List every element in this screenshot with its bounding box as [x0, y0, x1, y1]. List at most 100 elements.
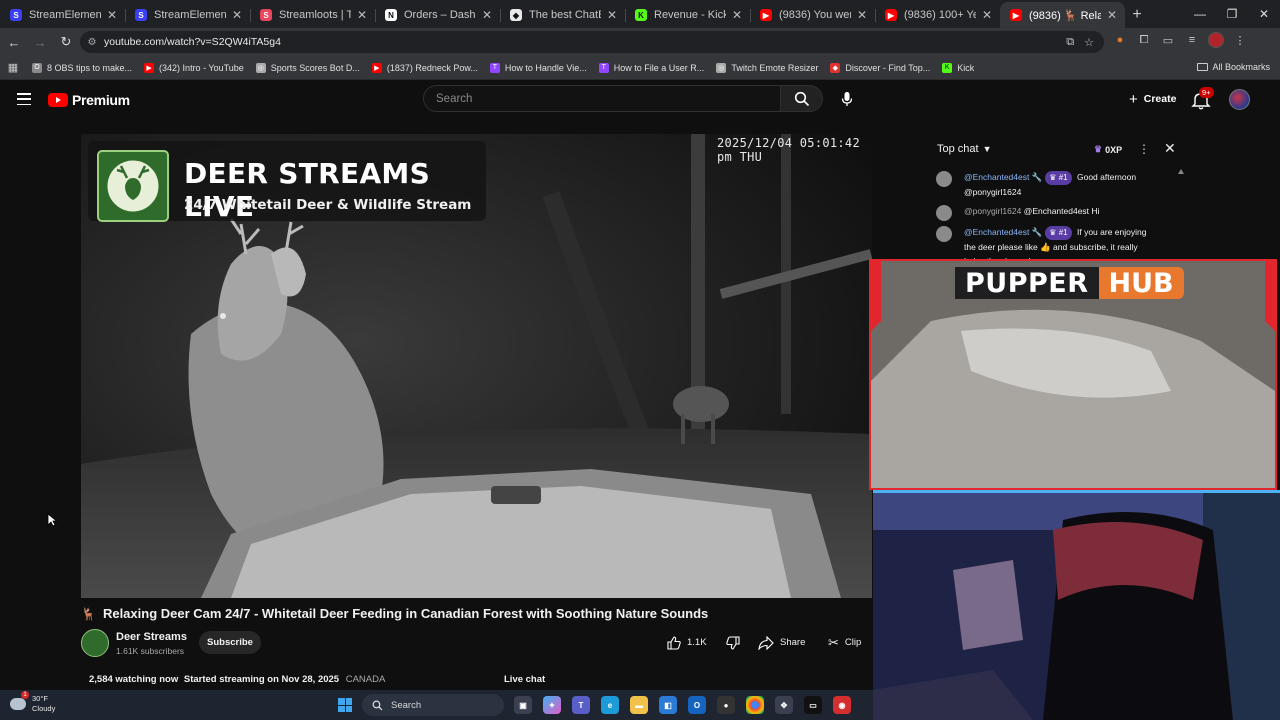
- weather-widget[interactable]: 1 30°F Cloudy: [10, 691, 55, 714]
- obs-icon[interactable]: ●: [717, 696, 735, 714]
- channel-name[interactable]: Deer Streams: [116, 631, 187, 643]
- tab-title: (9836) 🦌 Relaxin: [1029, 9, 1101, 22]
- browser-tab[interactable]: N Orders – Dashboard ✕: [375, 2, 500, 28]
- share-button[interactable]: Share: [758, 631, 805, 654]
- bookmark-favicon-icon: O: [32, 62, 42, 73]
- browser-tab[interactable]: ◆ The best ChatBot and ✕: [500, 2, 625, 28]
- chat-mode-selector[interactable]: Top chat ▼: [937, 143, 992, 155]
- bookmark-item[interactable]: T How to File a User R...: [593, 58, 711, 78]
- site-info-icon[interactable]: ⚙: [80, 37, 104, 48]
- extension-icon[interactable]: ●: [1112, 32, 1128, 48]
- browser-menu-icon[interactable]: ⋮: [1232, 32, 1248, 48]
- channel-avatar[interactable]: [81, 629, 109, 657]
- video-player[interactable]: DEER STREAMS LIVE 24/7 Whitetail Deer & …: [81, 134, 872, 598]
- create-button[interactable]: + Create: [1119, 87, 1186, 111]
- install-icon[interactable]: ⧉: [1066, 36, 1074, 49]
- tab-close-icon[interactable]: ✕: [605, 8, 619, 22]
- app-grid-icon[interactable]: ✥: [775, 696, 793, 714]
- clip-button[interactable]: ✂ Clip: [828, 631, 861, 654]
- browser-tab[interactable]: ▶ (9836) 100+ Years Of ✕: [875, 2, 1000, 28]
- address-bar[interactable]: ⚙ youtube.com/watch?v=S2QW4iTA5g4 ⧉ ☆: [80, 31, 1104, 53]
- profile-avatar[interactable]: [1208, 32, 1224, 48]
- edge-icon[interactable]: e: [601, 696, 619, 714]
- bookmark-item[interactable]: ▶ (342) Intro - YouTube: [138, 58, 250, 78]
- chat-mode-label: Top chat: [937, 143, 979, 155]
- close-window-icon[interactable]: ✕: [1248, 0, 1280, 28]
- menu-icon[interactable]: [17, 93, 31, 105]
- bookmark-item[interactable]: T How to Handle Vie...: [484, 58, 593, 78]
- chat-scrollbar[interactable]: [1178, 168, 1184, 258]
- bookmark-item[interactable]: ◆ Discover - Find Top...: [824, 58, 936, 78]
- chat-user-avatar[interactable]: [936, 226, 952, 242]
- puzzle-icon[interactable]: ⧠: [1136, 32, 1152, 48]
- tab-close-icon[interactable]: ✕: [730, 8, 744, 22]
- chat-user-avatar[interactable]: [936, 205, 952, 221]
- browser-tab[interactable]: S Streamloots | Theripp ✕: [250, 2, 375, 28]
- outlook-icon[interactable]: O: [688, 696, 706, 714]
- tab-close-icon[interactable]: ✕: [1105, 8, 1119, 22]
- apps-grid-icon[interactable]: ▦: [0, 61, 26, 74]
- taskbar-search[interactable]: Search: [362, 694, 504, 716]
- all-bookmarks-button[interactable]: All Bookmarks: [1197, 62, 1270, 72]
- clip-label: Clip: [844, 637, 862, 648]
- bookmark-star-icon[interactable]: ☆: [1084, 36, 1094, 49]
- store-icon[interactable]: ◧: [659, 696, 677, 714]
- restore-icon[interactable]: ❐: [1216, 0, 1248, 28]
- country-tag[interactable]: CANADA: [346, 674, 386, 685]
- tab-close-icon[interactable]: ✕: [355, 8, 369, 22]
- subscribe-button[interactable]: Subscribe: [199, 631, 261, 654]
- bookmark-item[interactable]: ▶ (1837) Redneck Pow...: [366, 58, 484, 78]
- tab-title: (9836) You were my b: [779, 9, 851, 21]
- terminal-icon[interactable]: ▭: [804, 696, 822, 714]
- streamer-webcam: [873, 490, 1280, 720]
- browser-tab[interactable]: S StreamElements - rippe ✕: [125, 2, 250, 28]
- media-app-icon[interactable]: ◉: [833, 696, 851, 714]
- side-panel-icon[interactable]: ▭: [1160, 32, 1176, 48]
- tab-close-icon[interactable]: ✕: [980, 8, 994, 22]
- search-input[interactable]: Search: [423, 85, 781, 112]
- tab-close-icon[interactable]: ✕: [480, 8, 494, 22]
- active-browser-tab[interactable]: ▶ (9836) 🦌 Relaxin ✕: [1000, 2, 1125, 28]
- voice-search-button[interactable]: [833, 85, 861, 113]
- browser-tab[interactable]: ▶ (9836) You were my b ✕: [750, 2, 875, 28]
- thumbs-down-icon: [726, 635, 740, 650]
- tab-title: (9836) 100+ Years Of: [904, 9, 976, 21]
- dislike-button[interactable]: [719, 635, 747, 650]
- bookmark-favicon-icon: ◎: [255, 62, 266, 73]
- bookmark-item[interactable]: O 8 OBS tips to make...: [26, 58, 138, 78]
- like-dislike-group: 1.1K: [659, 631, 751, 654]
- tab-close-icon[interactable]: ✕: [230, 8, 244, 22]
- chat-more-icon[interactable]: ⋮: [1138, 142, 1150, 156]
- xp-badge[interactable]: ♛ 0XP: [1094, 144, 1122, 155]
- chat-author[interactable]: @ponygirl1624: [964, 206, 1021, 216]
- tab-close-icon[interactable]: ✕: [855, 8, 869, 22]
- file-explorer-icon[interactable]: ▬: [630, 696, 648, 714]
- chat-close-icon[interactable]: ✕: [1164, 140, 1176, 157]
- new-tab-button[interactable]: +: [1125, 2, 1149, 28]
- like-button[interactable]: 1.1K: [659, 635, 719, 650]
- bookmark-favicon-icon: ▶: [371, 62, 382, 73]
- browser-tab[interactable]: S StreamElements - Ove ✕: [0, 2, 125, 28]
- chat-author[interactable]: @Enchanted4est 🔧: [964, 172, 1042, 182]
- browser-tab[interactable]: K Revenue - Kick Dashb ✕: [625, 2, 750, 28]
- tab-close-icon[interactable]: ✕: [105, 8, 119, 22]
- reload-icon[interactable]: ↻: [54, 30, 78, 54]
- bookmark-item[interactable]: ◎ Sports Scores Bot D...: [250, 58, 366, 78]
- back-arrow-icon[interactable]: ←: [2, 30, 26, 54]
- search-button[interactable]: [781, 85, 823, 112]
- bookmark-item[interactable]: ◎ Twitch Emote Resizer: [710, 58, 824, 78]
- teams-icon[interactable]: T: [572, 696, 590, 714]
- task-view-icon[interactable]: ▣: [514, 696, 532, 714]
- chat-author[interactable]: @Enchanted4est 🔧: [964, 227, 1042, 237]
- minimize-icon[interactable]: —: [1184, 0, 1216, 28]
- youtube-logo[interactable]: Premium: [48, 92, 130, 108]
- bookmark-label: Sports Scores Bot D...: [270, 62, 360, 73]
- chat-user-avatar[interactable]: [936, 171, 952, 187]
- forward-arrow-icon[interactable]: →: [28, 30, 52, 54]
- windows-start-icon[interactable]: [338, 698, 352, 712]
- bookmark-item[interactable]: K Kick: [936, 58, 980, 78]
- account-avatar[interactable]: [1229, 89, 1250, 110]
- copilot-icon[interactable]: ✦: [543, 696, 561, 714]
- chrome-icon[interactable]: [746, 696, 764, 714]
- media-icon[interactable]: ≡: [1184, 32, 1200, 48]
